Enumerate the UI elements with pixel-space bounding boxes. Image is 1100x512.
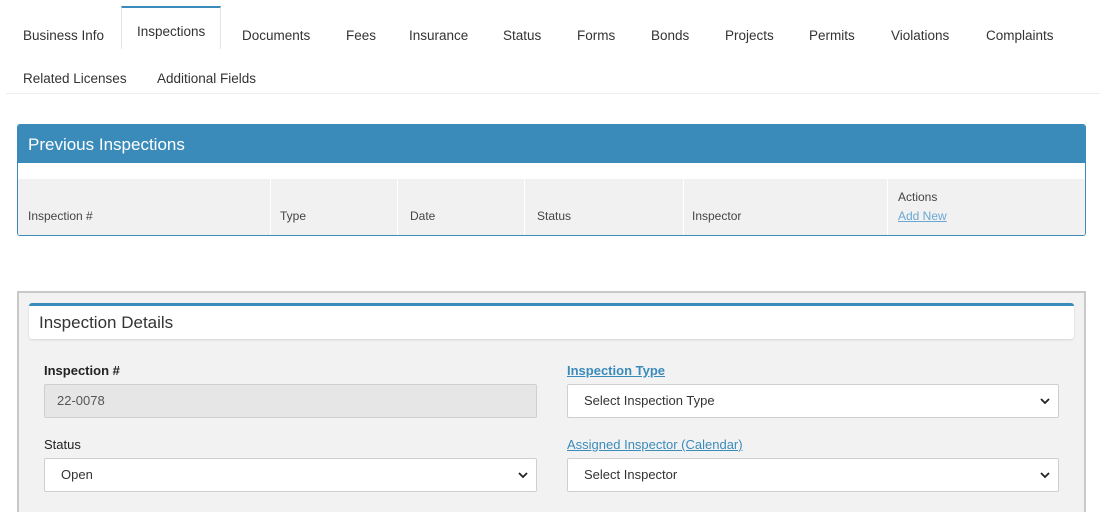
inspection-type-link[interactable]: Inspection Type: [567, 363, 665, 378]
previous-inspections-table-header: Inspection # Type Date Status Inspector …: [18, 179, 1085, 235]
column-header-inspection-num[interactable]: Inspection #: [28, 209, 93, 223]
tab-complaints[interactable]: Complaints: [986, 10, 1054, 53]
inspection-type-select[interactable]: Select Inspection Type: [567, 384, 1059, 418]
tab-business-info[interactable]: Business Info: [23, 10, 104, 53]
chevron-down-icon: [518, 472, 528, 479]
add-new-link[interactable]: Add New: [898, 209, 947, 223]
chevron-down-icon: [1040, 472, 1050, 479]
tab-status[interactable]: Status: [503, 10, 541, 53]
assigned-inspector-calendar-link[interactable]: Assigned Inspector (Calendar): [567, 437, 743, 452]
tab-insurance[interactable]: Insurance: [409, 10, 468, 53]
inspection-details-title: Inspection Details: [39, 313, 174, 332]
tab-additional-fields[interactable]: Additional Fields: [157, 53, 256, 96]
tab-projects[interactable]: Projects: [725, 10, 774, 53]
column-divider: [683, 179, 684, 235]
inspection-type-selected-value: Select Inspection Type: [584, 393, 715, 408]
column-header-status[interactable]: Status: [537, 209, 571, 223]
assigned-inspector-select[interactable]: Select Inspector: [567, 458, 1059, 492]
assigned-inspector-selected-value: Select Inspector: [584, 467, 678, 482]
tab-documents[interactable]: Documents: [242, 10, 310, 53]
tab-bar: Business Info Inspections Documents Fees…: [6, 6, 1100, 94]
tab-fees[interactable]: Fees: [346, 10, 376, 53]
tab-inspections[interactable]: Inspections: [121, 6, 221, 49]
previous-inspections-title: Previous Inspections: [18, 125, 1085, 163]
tab-related-licenses[interactable]: Related Licenses: [23, 53, 127, 96]
column-header-actions: Actions: [898, 190, 938, 204]
inspection-details-section: Inspection Details Inspection # 22-0078 …: [17, 291, 1086, 512]
page-frame: Business Info Inspections Documents Fees…: [6, 6, 1100, 512]
status-select[interactable]: Open: [44, 458, 537, 492]
column-header-type[interactable]: Type: [280, 209, 306, 223]
column-divider: [270, 179, 271, 235]
inspection-details-header: Inspection Details: [29, 303, 1074, 339]
previous-inspections-panel: Previous Inspections Inspection # Type D…: [17, 124, 1086, 236]
status-selected-value: Open: [61, 467, 93, 482]
inspection-num-field: 22-0078: [44, 384, 537, 418]
column-divider: [887, 179, 888, 235]
column-header-inspector[interactable]: Inspector: [692, 209, 741, 223]
chevron-down-icon: [1040, 398, 1050, 405]
status-label: Status: [44, 437, 81, 452]
tab-violations[interactable]: Violations: [891, 10, 949, 53]
column-divider: [397, 179, 398, 235]
column-divider: [524, 179, 525, 235]
column-header-date[interactable]: Date: [410, 209, 435, 223]
tab-permits[interactable]: Permits: [809, 10, 855, 53]
tab-forms[interactable]: Forms: [577, 10, 615, 53]
inspection-num-label: Inspection #: [44, 363, 120, 378]
tab-bonds[interactable]: Bonds: [651, 10, 689, 53]
